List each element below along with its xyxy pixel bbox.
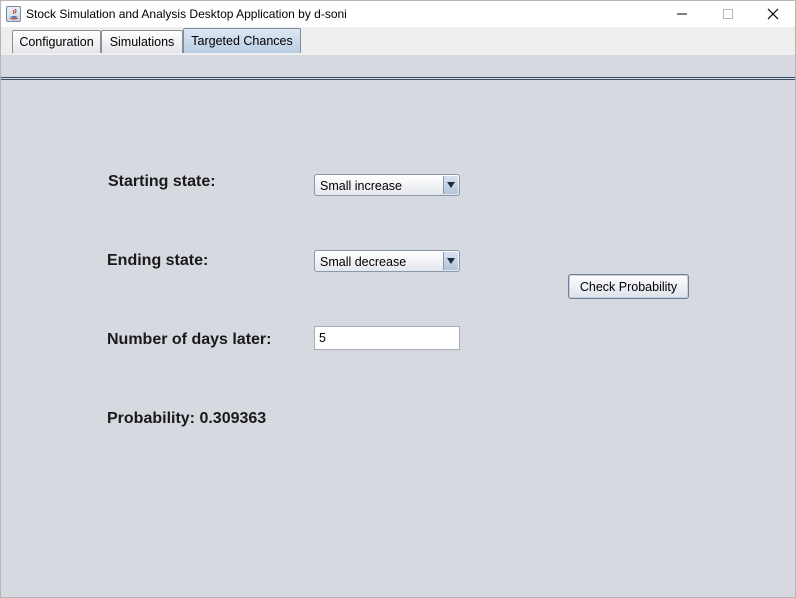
tab-strip: Configuration Simulations Targeted Chanc…	[1, 27, 795, 80]
close-icon	[767, 8, 779, 20]
ending-state-dropdown-arrow[interactable]	[443, 252, 458, 270]
starting-state-select[interactable]: Small increase	[314, 174, 460, 196]
ending-state-value: Small decrease	[320, 255, 407, 269]
ending-state-label: Ending state:	[107, 252, 209, 269]
window-title: Stock Simulation and Analysis Desktop Ap…	[26, 7, 347, 21]
days-later-label: Number of days later:	[107, 331, 272, 348]
tab-targeted-chances[interactable]: Targeted Chances	[183, 28, 301, 53]
java-app-icon	[6, 6, 21, 22]
ending-state-select[interactable]: Small decrease	[314, 250, 460, 272]
chevron-down-icon	[447, 258, 455, 264]
check-probability-button[interactable]: Check Probability	[568, 274, 689, 299]
starting-state-dropdown-arrow[interactable]	[443, 176, 458, 194]
tab-divider	[1, 77, 795, 80]
minimize-icon	[677, 13, 687, 15]
tab-simulations[interactable]: Simulations	[101, 30, 183, 53]
days-later-input[interactable]	[315, 327, 459, 349]
chevron-down-icon	[447, 182, 455, 188]
title-bar[interactable]: Stock Simulation and Analysis Desktop Ap…	[1, 1, 795, 27]
starting-state-value: Small increase	[320, 179, 402, 193]
starting-state-label: Starting state:	[108, 173, 216, 190]
maximize-icon	[723, 9, 733, 19]
app-window: Stock Simulation and Analysis Desktop Ap…	[0, 0, 796, 598]
probability-result: Probability: 0.309363	[107, 410, 267, 427]
tab-configuration[interactable]: Configuration	[12, 30, 101, 53]
close-button[interactable]	[750, 1, 796, 27]
minimize-button[interactable]	[659, 1, 705, 27]
days-later-field-container	[314, 326, 460, 350]
maximize-button[interactable]	[705, 1, 751, 27]
